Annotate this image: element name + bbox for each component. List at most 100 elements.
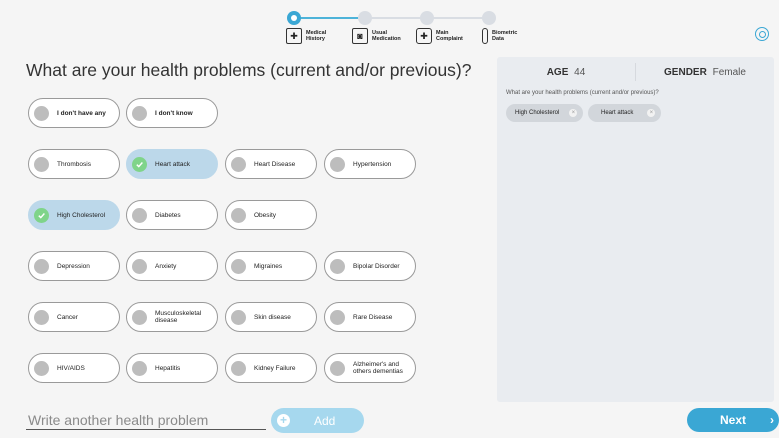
step-dot-main-complaint[interactable] bbox=[420, 11, 434, 25]
option-label: Hypertension bbox=[353, 160, 392, 168]
option-chip[interactable]: Bipolar Disorder bbox=[324, 251, 416, 281]
remove-tag-icon[interactable]: × bbox=[569, 109, 578, 117]
other-health-problem-input[interactable] bbox=[26, 410, 266, 430]
option-chip[interactable]: Thrombosis bbox=[28, 149, 120, 179]
age-info: AGE 44 bbox=[497, 67, 635, 78]
radio-icon bbox=[132, 258, 147, 274]
radio-icon bbox=[231, 360, 246, 376]
check-icon bbox=[34, 207, 49, 223]
radio-icon bbox=[34, 156, 49, 172]
option-chip[interactable]: High Cholesterol bbox=[28, 200, 120, 230]
option-chip[interactable]: Heart Disease bbox=[225, 149, 317, 179]
option-label: I don't know bbox=[155, 109, 193, 117]
step-main-complaint[interactable]: ✚ Main Complaint bbox=[416, 28, 463, 44]
clipboard-icon: ✚ bbox=[286, 28, 302, 44]
option-label: I don't have any bbox=[57, 109, 106, 117]
radio-icon bbox=[132, 207, 147, 223]
step-connector bbox=[365, 17, 427, 19]
plus-icon: + bbox=[277, 414, 290, 427]
option-chip[interactable]: Heart attack bbox=[126, 149, 218, 179]
option-chip[interactable]: Anxiety bbox=[126, 251, 218, 281]
thermometer-icon bbox=[482, 28, 488, 44]
patient-info: AGE 44 GENDER Female bbox=[497, 57, 774, 87]
step-dot-medical-history[interactable] bbox=[287, 11, 301, 25]
selected-tag: Heart attack × bbox=[588, 104, 662, 122]
option-label: Thrombosis bbox=[57, 160, 91, 168]
radio-icon bbox=[34, 105, 49, 121]
option-chip[interactable]: Kidney Failure bbox=[225, 353, 317, 383]
option-chip[interactable]: Obesity bbox=[225, 200, 317, 230]
option-label: Migraines bbox=[254, 262, 283, 270]
step-label: Biometric Data bbox=[492, 30, 518, 42]
radio-icon bbox=[132, 360, 147, 376]
option-label: Obesity bbox=[254, 211, 277, 219]
selected-tag: High Cholesterol × bbox=[506, 104, 584, 122]
step-label: Usual Medication bbox=[372, 30, 401, 42]
radio-icon bbox=[34, 309, 49, 325]
option-chip[interactable]: I don't know bbox=[126, 98, 218, 128]
option-chip[interactable]: Diabetes bbox=[126, 200, 218, 230]
radio-icon bbox=[132, 105, 147, 121]
option-chip[interactable]: Depression bbox=[28, 251, 120, 281]
option-chip[interactable]: Migraines bbox=[225, 251, 317, 281]
option-chip[interactable]: Rare Disease bbox=[324, 302, 416, 332]
radio-icon bbox=[330, 360, 345, 376]
radio-icon bbox=[34, 258, 49, 274]
option-label: Alzheimer's and others dementias bbox=[353, 361, 403, 375]
option-label: Cancer bbox=[57, 313, 78, 321]
gender-info: GENDER Female bbox=[636, 67, 774, 78]
remove-tag-icon[interactable]: × bbox=[647, 109, 656, 117]
option-chip[interactable]: Skin disease bbox=[225, 302, 317, 332]
progress-stepper: ✚ Medical History ◙ Usual Medication ✚ M… bbox=[0, 0, 779, 48]
age-label: AGE bbox=[546, 66, 569, 78]
radio-icon bbox=[132, 309, 147, 325]
option-label: Heart attack bbox=[155, 160, 191, 168]
chevron-right-icon: › bbox=[770, 413, 774, 427]
next-button-label: Next bbox=[719, 413, 746, 427]
option-label: Bipolar Disorder bbox=[353, 262, 400, 270]
step-usual-medication[interactable]: ◙ Usual Medication bbox=[352, 28, 401, 44]
step-label: Main Complaint bbox=[436, 30, 463, 42]
option-chip[interactable]: Hepatitis bbox=[126, 353, 218, 383]
step-dot-biometric-data[interactable] bbox=[482, 11, 496, 25]
radio-icon bbox=[330, 156, 345, 172]
gender-value: Female bbox=[712, 66, 746, 78]
step-biometric-data[interactable]: Biometric Data bbox=[482, 28, 517, 44]
option-chip[interactable]: Musculoskeletal disease bbox=[126, 302, 218, 332]
option-label: Skin disease bbox=[254, 313, 291, 321]
tag-label: Heart attack bbox=[601, 110, 634, 116]
add-button-label: Add bbox=[314, 413, 336, 428]
summary-panel: AGE 44 GENDER Female What are your healt… bbox=[497, 57, 774, 402]
radio-icon bbox=[330, 258, 345, 274]
option-label: Hepatitis bbox=[155, 364, 181, 372]
page-title: What are your health problems (current a… bbox=[26, 60, 472, 80]
option-chip[interactable]: Alzheimer's and others dementias bbox=[324, 353, 416, 383]
option-label: HIV/AIDS bbox=[57, 364, 85, 372]
option-label: Depression bbox=[57, 262, 90, 270]
radio-icon bbox=[231, 207, 246, 223]
medical-cross-icon: ✚ bbox=[416, 28, 432, 44]
check-icon bbox=[132, 156, 147, 172]
step-dot-usual-medication[interactable] bbox=[358, 11, 372, 25]
step-label: Medical History bbox=[306, 30, 327, 42]
next-button[interactable]: Next › bbox=[687, 408, 779, 432]
option-chip[interactable]: I don't have any bbox=[28, 98, 120, 128]
step-connector bbox=[427, 17, 489, 19]
option-label: Heart Disease bbox=[254, 160, 296, 168]
option-label: Kidney Failure bbox=[254, 364, 296, 372]
add-button[interactable]: + Add bbox=[271, 408, 364, 433]
tag-label: High Cholesterol bbox=[515, 110, 560, 116]
profile-icon[interactable] bbox=[755, 27, 769, 41]
radio-icon bbox=[231, 156, 246, 172]
option-label: High Cholesterol bbox=[57, 211, 106, 219]
radio-icon bbox=[231, 309, 246, 325]
option-chip[interactable]: Cancer bbox=[28, 302, 120, 332]
option-chip[interactable]: Hypertension bbox=[324, 149, 416, 179]
option-label: Rare Disease bbox=[353, 313, 393, 321]
radio-icon bbox=[34, 360, 49, 376]
summary-question: What are your health problems (current a… bbox=[506, 90, 659, 96]
step-connector bbox=[293, 17, 365, 19]
step-medical-history[interactable]: ✚ Medical History bbox=[286, 28, 326, 44]
option-chip[interactable]: HIV/AIDS bbox=[28, 353, 120, 383]
option-label: Anxiety bbox=[155, 262, 177, 270]
